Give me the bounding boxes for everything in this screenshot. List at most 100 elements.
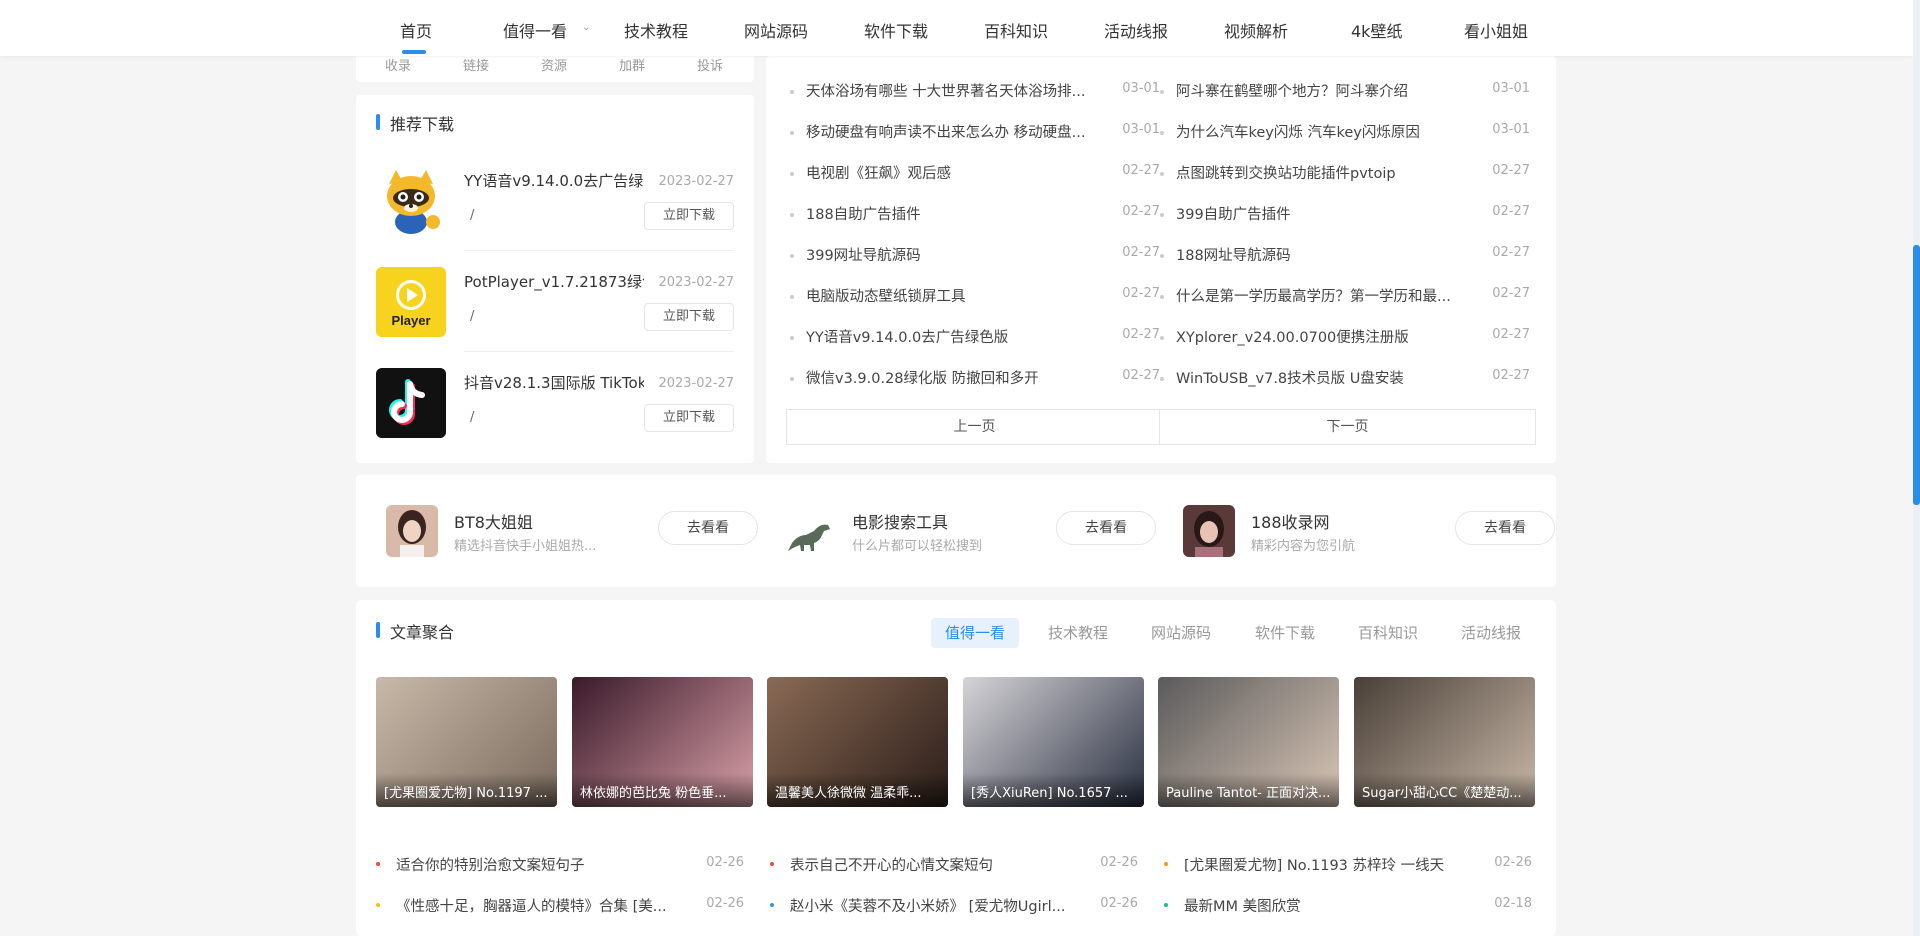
list-item[interactable]: 表示自己不开心的心情文案短句 02-26 [770,854,1138,876]
news-title[interactable]: 188网址导航源码 [1176,244,1466,265]
nav-4k-wallpaper[interactable]: 4k壁纸 [1351,18,1402,42]
thumbnail-caption[interactable]: Sugar小甜心CC《楚楚动... [1354,773,1535,807]
thumbnail-caption[interactable]: Pauline Tantot- 正面对决... [1158,773,1339,807]
dinosaur-icon[interactable] [784,505,836,557]
nav-site-source[interactable]: 网站源码 [744,18,808,42]
list-item[interactable]: 点图跳转到交换站功能插件pvtoip 02-27 [1160,162,1530,186]
news-title[interactable]: 阿斗寨在鹤壁哪个地方？阿斗寨介绍 [1176,80,1466,101]
article-title[interactable]: 《性感十足，胸器逼人的模特》合集 [美... [396,895,676,916]
thumbnail-caption[interactable]: 林依娜的芭比兔 粉色垂... [572,773,753,807]
list-item[interactable]: WinToUSB_v7.8技术员版 U盘安装 02-27 [1160,367,1530,391]
page-scrollbar[interactable] [1913,0,1920,936]
list-item[interactable]: 188自助广告插件 02-27 [790,203,1160,227]
news-title[interactable]: 电视剧《狂飙》观后感 [806,162,1096,183]
tool-title[interactable]: BT8大姐姐 [454,509,533,533]
nav-encyclopedia[interactable]: 百科知识 [984,18,1048,42]
scrollbar-thumb[interactable] [1913,245,1920,505]
nav-tech-tutorials[interactable]: 技术教程 [624,18,688,42]
news-title[interactable]: 电脑版动态壁纸锁屏工具 [806,285,1096,306]
stat-included[interactable]: 收录 [385,55,411,74]
chevron-down-icon[interactable]: ⌄ [582,22,590,33]
article-title[interactable]: 表示自己不开心的心情文案短句 [790,854,1070,875]
news-title[interactable]: 什么是第一学历最高学历？第一学历和最... [1176,285,1466,306]
download-name[interactable]: YY语音v9.14.0.0去广告绿色 [464,170,644,191]
article-title[interactable]: 赵小米《芙蓉不及小米娇》 [爱尤物Ugirl... [790,895,1070,916]
tab-worth-seeing[interactable]: 值得一看 [931,618,1020,648]
prev-page-button[interactable]: 上一页 [786,409,1163,445]
thumbnail-caption[interactable]: 温馨美人徐微微 温柔乖... [767,773,948,807]
tab-software-download[interactable]: 软件下载 [1241,618,1329,648]
go-see-button[interactable]: 去看看 [658,511,758,545]
article-title[interactable]: [尤果圈爱尤物] No.1193 苏梓玲 一线天 [1184,854,1464,875]
article-title[interactable]: 适合你的特别治愈文案短句子 [396,854,676,875]
list-item[interactable]: 399自助广告插件 02-27 [1160,203,1530,227]
article-thumbnail[interactable]: [尤果圈爱尤物] No.1197 ... [376,677,557,807]
article-thumbnail[interactable]: 温馨美人徐微微 温柔乖... [767,677,948,807]
tool-title[interactable]: 188收录网 [1251,509,1330,533]
list-item[interactable]: 为什么汽车key闪烁 汽车key闪烁原因 03-01 [1160,121,1530,145]
article-thumbnail[interactable]: 林依娜的芭比兔 粉色垂... [572,677,753,807]
list-item[interactable]: YY语音v9.14.0.0去广告绿色版 02-27 [790,326,1160,350]
news-title[interactable]: 点图跳转到交换站功能插件pvtoip [1176,162,1466,183]
next-page-button[interactable]: 下一页 [1159,409,1536,445]
list-item[interactable]: 适合你的特别治愈文案短句子 02-26 [376,854,744,876]
stat-complaint[interactable]: 投诉 [697,55,723,74]
news-title[interactable]: YY语音v9.14.0.0去广告绿色版 [806,326,1096,347]
tab-activities[interactable]: 活动线报 [1447,618,1535,648]
news-title[interactable]: 天体浴场有哪些 十大世界著名天体浴场排... [806,80,1096,101]
potplayer-icon[interactable]: Player [376,267,446,337]
tool-title[interactable]: 电影搜索工具 [852,509,948,533]
go-see-button[interactable]: 去看看 [1455,511,1555,545]
nav-home[interactable]: 首页 [400,18,432,42]
thumbnail-caption[interactable]: [尤果圈爱尤物] No.1197 ... [376,773,557,807]
news-title[interactable]: XYplorer_v24.00.0700便携注册版 [1176,326,1466,347]
stat-resources[interactable]: 资源 [541,55,567,74]
article-thumbnail[interactable]: Sugar小甜心CC《楚楚动... [1354,677,1535,807]
list-item[interactable]: 什么是第一学历最高学历？第一学历和最... 02-27 [1160,285,1530,309]
news-title[interactable]: 399自助广告插件 [1176,203,1466,224]
download-name[interactable]: 抖音v28.1.3国际版 TikTok看 [464,372,644,393]
download-now-button[interactable]: 立即下载 [644,404,734,432]
list-item[interactable]: 电脑版动态壁纸锁屏工具 02-27 [790,285,1160,309]
news-title[interactable]: 399网址导航源码 [806,244,1096,265]
avatar[interactable] [386,505,438,557]
list-item[interactable]: 最新MM 美图欣赏 02-18 [1164,895,1532,917]
stat-join-group[interactable]: 加群 [619,55,645,74]
tab-tech-tutorials[interactable]: 技术教程 [1034,618,1122,648]
tiktok-icon[interactable] [376,368,446,438]
download-now-button[interactable]: 立即下载 [644,202,734,230]
list-item[interactable]: 天体浴场有哪些 十大世界著名天体浴场排... 03-01 [790,80,1160,104]
list-item[interactable]: 赵小米《芙蓉不及小米娇》 [爱尤物Ugirl... 02-26 [770,895,1138,917]
nav-girls[interactable]: 看小姐姐 [1464,18,1528,42]
list-item[interactable]: 阿斗寨在鹤壁哪个地方？阿斗寨介绍 03-01 [1160,80,1530,104]
avatar[interactable] [1183,505,1235,557]
download-name[interactable]: PotPlayer_v1.7.21873绿色版 [464,271,644,292]
news-title[interactable]: 微信v3.9.0.28绿化版 防撤回和多开 [806,367,1096,388]
list-item[interactable]: 《性感十足，胸器逼人的模特》合集 [美... 02-26 [376,895,744,917]
news-title[interactable]: 移动硬盘有响声读不出来怎么办 移动硬盘... [806,121,1096,142]
list-item[interactable]: 电视剧《狂飙》观后感 02-27 [790,162,1160,186]
article-title[interactable]: 最新MM 美图欣赏 [1184,895,1464,916]
nav-software-download[interactable]: 软件下载 [864,18,928,42]
news-title[interactable]: 为什么汽车key闪烁 汽车key闪烁原因 [1176,121,1466,142]
go-see-button[interactable]: 去看看 [1056,511,1156,545]
article-thumbnail[interactable]: Pauline Tantot- 正面对决... [1158,677,1339,807]
nav-video-parse[interactable]: 视频解析 [1224,18,1288,42]
list-item[interactable]: 移动硬盘有响声读不出来怎么办 移动硬盘... 03-01 [790,121,1160,145]
raccoon-mascot-icon[interactable] [376,166,446,236]
news-title[interactable]: WinToUSB_v7.8技术员版 U盘安装 [1176,367,1466,388]
article-thumbnail[interactable]: [秀人XiuRen] No.1657 ... [963,677,1144,807]
list-item[interactable]: [尤果圈爱尤物] No.1193 苏梓玲 一线天 02-26 [1164,854,1532,876]
nav-activities[interactable]: 活动线报 [1104,18,1168,42]
list-item[interactable]: 188网址导航源码 02-27 [1160,244,1530,268]
stat-links[interactable]: 链接 [463,55,489,74]
thumbnail-caption[interactable]: [秀人XiuRen] No.1657 ... [963,773,1144,807]
list-item[interactable]: 399网址导航源码 02-27 [790,244,1160,268]
nav-worth-seeing[interactable]: 值得一看 [503,18,567,42]
tab-encyclopedia[interactable]: 百科知识 [1344,618,1432,648]
list-item[interactable]: XYplorer_v24.00.0700便携注册版 02-27 [1160,326,1530,350]
list-item[interactable]: 微信v3.9.0.28绿化版 防撤回和多开 02-27 [790,367,1160,391]
tab-site-source[interactable]: 网站源码 [1137,618,1225,648]
download-now-button[interactable]: 立即下载 [644,303,734,331]
news-title[interactable]: 188自助广告插件 [806,203,1096,224]
